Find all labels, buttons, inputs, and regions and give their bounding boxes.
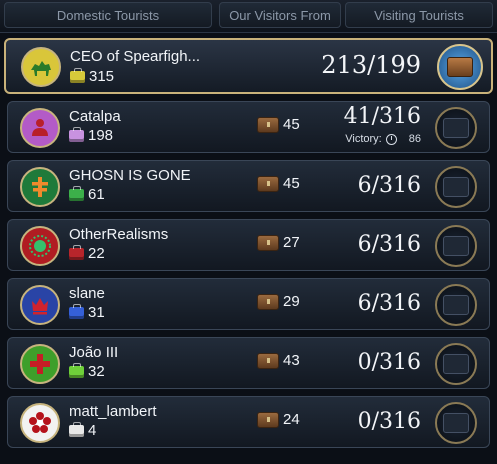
- tourism-stamp-button[interactable]: [435, 284, 477, 326]
- tourism-stamp-button[interactable]: [435, 402, 477, 444]
- trade-value: 43: [283, 352, 300, 369]
- civ-name: matt_lambert: [69, 403, 157, 420]
- civ-name: slane: [69, 285, 105, 302]
- treasure-chest-icon: [257, 293, 279, 310]
- tourism-output: 32: [69, 362, 105, 380]
- tourism-value: 315: [89, 68, 115, 85]
- civ-row[interactable]: Catalpa 198 45 41/316 Victory: 86: [7, 101, 490, 153]
- visitor-score: 213/199: [321, 51, 421, 79]
- tourism-output: 61: [69, 185, 105, 203]
- trade-route-info: 45: [257, 175, 300, 192]
- trade-route-info: 27: [257, 234, 300, 251]
- tab-visiting-tourists[interactable]: Visiting Tourists: [345, 2, 493, 28]
- trade-value: 27: [283, 234, 300, 251]
- treasure-chest-icon: [257, 116, 279, 133]
- civ-row-selected[interactable]: CEO of Spearfigh... 315 213/199: [4, 38, 493, 94]
- camel-icon: [31, 61, 51, 76]
- tourism-icon: [69, 244, 84, 260]
- tourism-stamp-button[interactable]: [435, 343, 477, 385]
- visitor-score: 6/316: [357, 232, 421, 257]
- treasure-chest-icon: [257, 175, 279, 192]
- civ-name: OtherRealisms: [69, 226, 169, 243]
- civ-emblem: [20, 226, 60, 266]
- suitcase-icon: [447, 57, 473, 77]
- tourism-icon: [69, 421, 84, 437]
- civ-row[interactable]: GHOSN IS GONE 61 45 6/316: [7, 160, 490, 212]
- tourism-output: 198: [69, 126, 114, 144]
- trade-value: 45: [283, 116, 300, 133]
- civ-row[interactable]: slane 31 29 6/316: [7, 278, 490, 330]
- tourism-stamp-button[interactable]: [435, 107, 477, 149]
- civ-emblem: [21, 47, 61, 87]
- tourism-output: 22: [69, 244, 105, 262]
- trade-route-info: 24: [257, 411, 300, 428]
- trade-value: 45: [283, 175, 300, 192]
- civ-emblem: [20, 167, 60, 207]
- visitor-score: 41/316: [343, 104, 421, 129]
- civ-emblem: [20, 344, 60, 384]
- tourism-icon: [69, 126, 84, 142]
- tourism-icon: [69, 185, 84, 201]
- civ-emblem: [20, 285, 60, 325]
- visitor-score: 6/316: [357, 173, 421, 198]
- tourism-stamp-button[interactable]: [435, 225, 477, 267]
- tab-our-visitors-from[interactable]: Our Visitors From: [219, 2, 341, 28]
- suitcase-icon: [443, 295, 469, 315]
- visitor-score: 6/316: [357, 291, 421, 316]
- trade-value: 29: [283, 293, 300, 310]
- tourism-output: 315: [70, 67, 115, 85]
- tourism-output: 31: [69, 303, 105, 321]
- treasure-chest-icon: [257, 411, 279, 428]
- tourism-value: 4: [88, 422, 97, 439]
- tourism-output: 4: [69, 421, 97, 439]
- trade-value: 24: [283, 411, 300, 428]
- tourism-value: 198: [88, 127, 114, 144]
- suitcase-icon: [443, 413, 469, 433]
- tourism-stamp-button[interactable]: [435, 166, 477, 208]
- sun-icon: [29, 235, 51, 257]
- treasure-chest-icon: [257, 234, 279, 251]
- civ-emblem: [20, 108, 60, 148]
- clock-icon: [385, 133, 397, 145]
- trade-route-info: 29: [257, 293, 300, 310]
- tab-bar: Domestic Tourists Our Visitors From Visi…: [0, 0, 497, 33]
- visitor-score: 0/316: [357, 350, 421, 375]
- suitcase-icon: [443, 177, 469, 197]
- suitcase-icon: [443, 354, 469, 374]
- civ-emblem: [20, 403, 60, 443]
- visitor-score: 0/316: [357, 409, 421, 434]
- victory-turns: Victory: 86: [345, 133, 421, 145]
- civ-name: GHOSN IS GONE: [69, 167, 191, 184]
- civ-row[interactable]: matt_lambert 4 24 0/316: [7, 396, 490, 448]
- trade-route-info: 45: [257, 116, 300, 133]
- suitcase-icon: [443, 236, 469, 256]
- tourism-value: 32: [88, 363, 105, 380]
- flower-icon: [29, 412, 51, 433]
- tab-domestic-tourists[interactable]: Domestic Tourists: [4, 2, 212, 28]
- victory-turns-value: 86: [408, 133, 421, 145]
- civ-row[interactable]: OtherRealisms 22 27 6/316: [7, 219, 490, 271]
- tourism-icon: [70, 67, 85, 83]
- civ-name: João III: [69, 344, 119, 361]
- tourism-stamp-button[interactable]: [437, 44, 483, 90]
- victory-label: Victory:: [345, 133, 382, 145]
- civilization-list: CEO of Spearfigh... 315 213/199 Catalpa …: [0, 32, 497, 464]
- civ-name: CEO of Spearfigh...: [70, 48, 201, 65]
- civ-name: Catalpa: [69, 108, 121, 125]
- figure-icon: [32, 119, 48, 136]
- civ-row[interactable]: João III 32 43 0/316: [7, 337, 490, 389]
- crown-icon: [32, 298, 48, 315]
- cross-icon: [32, 177, 48, 197]
- tourism-value: 31: [88, 304, 105, 321]
- trade-route-info: 43: [257, 352, 300, 369]
- tourism-value: 61: [88, 186, 105, 203]
- tourism-icon: [69, 303, 84, 319]
- treasure-chest-icon: [257, 352, 279, 369]
- tourism-value: 22: [88, 245, 105, 262]
- suitcase-icon: [443, 118, 469, 138]
- quad-cross-icon: [30, 354, 50, 374]
- tourism-icon: [69, 362, 84, 378]
